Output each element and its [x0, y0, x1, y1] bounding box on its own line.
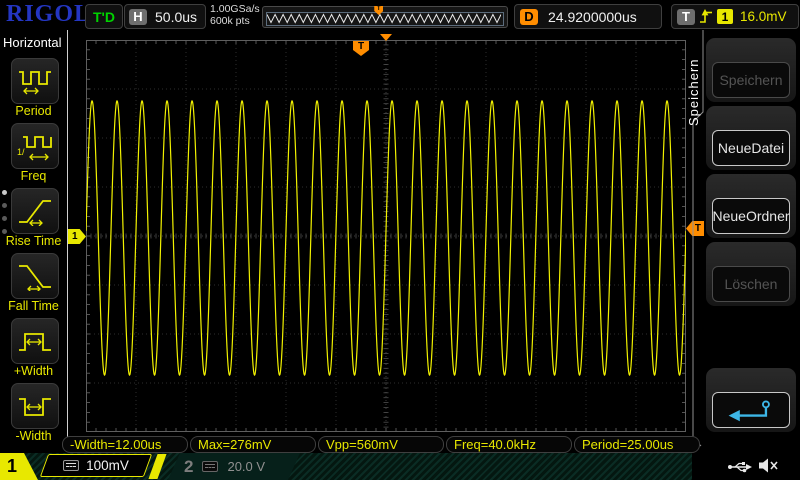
channel1-ground-marker[interactable]: 1 [68, 229, 86, 244]
menu-item-freq[interactable]: 1/ [11, 123, 59, 169]
trigger-level-marker[interactable]: T [686, 221, 704, 236]
trigger-status-text: T'D [93, 8, 115, 25]
trigger-source-badge: 1 [717, 9, 733, 24]
waveform-preview: T [262, 6, 508, 28]
softkey-loeschen[interactable]: Löschen [706, 242, 796, 306]
menu-label-period[interactable]: Period [0, 104, 67, 118]
menu-label-rise-time[interactable]: Rise Time [0, 234, 67, 248]
softkey-back[interactable] [706, 368, 796, 432]
horizontal-badge: H [129, 8, 147, 25]
menu-item-fall-time[interactable] [11, 253, 59, 299]
measurement-freq: Freq=40.0kHz [446, 436, 572, 453]
channel1-scale-box[interactable]: 100mV [39, 454, 153, 477]
trigger-badge: T [677, 8, 695, 25]
measurement-vpp: Vpp=560mV [318, 436, 444, 453]
softkey-speichern[interactable]: Speichern [706, 38, 796, 102]
softkey-neue-datei[interactable]: NeueDatei [706, 106, 796, 170]
measurement-period: Period=25.00us [574, 436, 700, 453]
scroll-dot [2, 216, 7, 221]
usb-icon [728, 462, 752, 473]
fall-time-icon [19, 265, 51, 291]
channel2-toggle[interactable]: 2 20.0 V [168, 453, 300, 480]
oscilloscope-screen: RIGOL T'D H 50.0us 1.00GSa/s 600k pts T … [0, 0, 800, 480]
right-menu-tab: Speichern [686, 58, 701, 126]
softkey-neue-datei-label: NeueDatei [712, 130, 790, 166]
trigger-status-badge: T'D [85, 4, 123, 29]
trigger-level-value: 16.0mV [740, 9, 787, 24]
minus-width-icon [19, 398, 51, 416]
measurement-max: Max=276mV [190, 436, 316, 453]
rise-time-icon [19, 200, 51, 226]
memory-depth: 600k pts [210, 15, 250, 27]
rising-edge-icon [700, 8, 712, 23]
dc-coupling-icon [202, 461, 219, 472]
softkey-neue-ordner[interactable]: NeueOrdner [706, 174, 796, 238]
menu-label-minus-width[interactable]: -Width [0, 429, 67, 443]
svg-text:1/: 1/ [17, 147, 25, 157]
delay-badge: D [520, 8, 538, 25]
softkey-speichern-label: Speichern [712, 62, 790, 98]
delay-value: 24.9200000us [548, 8, 637, 25]
period-icon [19, 71, 51, 95]
waveform-plot [86, 40, 686, 432]
scroll-dot-active [2, 190, 7, 195]
softkey-loeschen-label: Löschen [712, 266, 790, 302]
timebase-box: H 50.0us [124, 4, 206, 29]
channel1-scale: 100mV [86, 458, 129, 473]
freq-icon: 1/ [17, 136, 52, 161]
menu-item-minus-width[interactable] [11, 383, 59, 429]
scroll-dot [2, 229, 7, 234]
softkey-neue-ordner-label: NeueOrdner [712, 198, 790, 234]
channel2-number: 2 [184, 456, 194, 476]
channel2-scale: 20.0 V [227, 459, 266, 474]
trigger-info-box: T 1 16.0mV [671, 4, 799, 29]
speaker-muted-icon [759, 458, 778, 473]
menu-item-plus-width[interactable] [11, 318, 59, 364]
menu-item-period[interactable] [11, 58, 59, 104]
preview-waveform [267, 13, 501, 24]
menu-label-freq[interactable]: Freq [0, 169, 67, 183]
menu-label-fall-time[interactable]: Fall Time [0, 299, 67, 313]
sample-rate: 1.00GSa/s [210, 3, 260, 15]
scroll-dot [2, 203, 7, 208]
back-arrow-icon [728, 400, 770, 422]
dc-coupling-icon [63, 460, 80, 471]
delay-box: D 24.9200000us [514, 4, 662, 29]
menu-item-rise-time[interactable] [11, 188, 59, 234]
menu-label-plus-width[interactable]: +Width [0, 364, 67, 378]
rigol-logo: RIGOL [6, 1, 92, 27]
preview-window [266, 12, 504, 26]
left-menu-title: Horizontal [3, 35, 62, 50]
plus-width-icon [19, 333, 51, 351]
acquisition-info: 1.00GSa/s 600k pts [210, 3, 260, 27]
measurement-minus-width: -Width=12.00us [62, 436, 188, 453]
timebase-value: 50.0us [155, 8, 198, 25]
